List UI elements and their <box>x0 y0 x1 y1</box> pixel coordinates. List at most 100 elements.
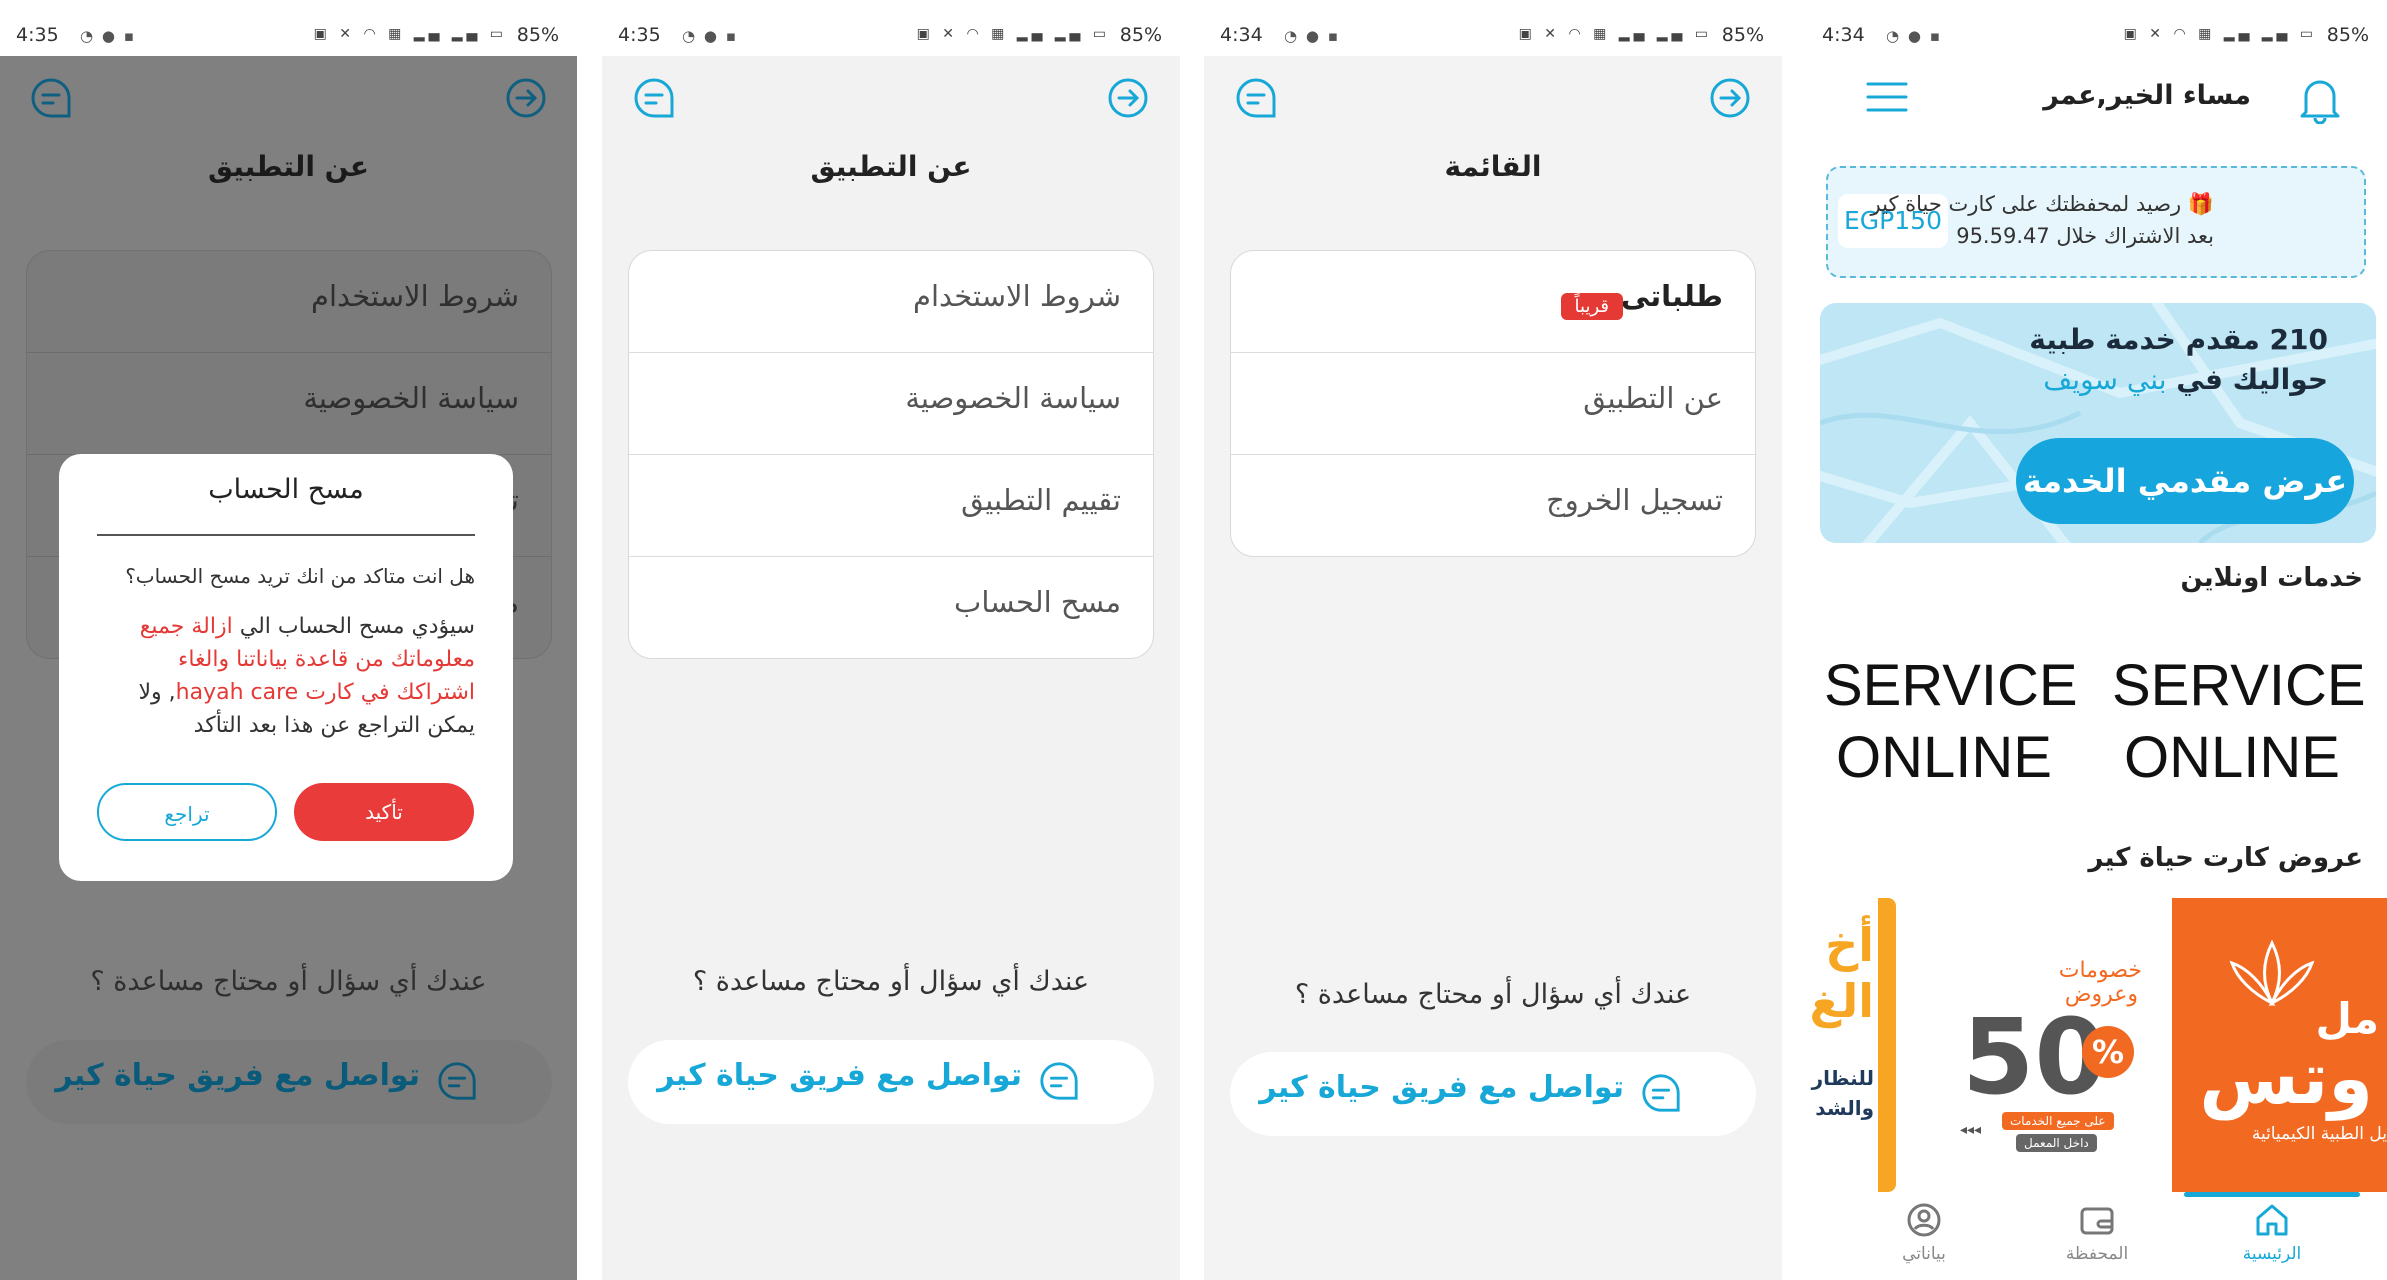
status-time: 4:34 <box>1220 24 1263 46</box>
page-title: القائمة <box>1444 150 1542 183</box>
contact-team-button[interactable]: تواصل مع فريق حياة كير <box>1230 1052 1756 1136</box>
dialog-title: مسح الحساب <box>208 474 364 505</box>
page-title: عن التطبيق <box>810 150 972 183</box>
menu-item-rate[interactable]: تقييم التطبيق <box>629 455 1153 557</box>
menu-item-privacy[interactable]: سياسة الخصوصية <box>629 353 1153 455</box>
menu-item-orders[interactable]: طلباتى قريباً <box>1231 251 1755 353</box>
tab-label: الرئيسية <box>2242 1244 2302 1264</box>
status-time: 4:34 <box>1822 24 1865 46</box>
status-bar: 4:35 ◔ ● ▪ ▣ ✕ ◠ ▦ ▂▄ ▂▄ ▭ 85% <box>0 0 577 56</box>
profile-icon <box>1907 1203 1941 1237</box>
notification-bell-icon[interactable] <box>2297 74 2343 124</box>
tab-home[interactable]: الرئيسية <box>2212 1200 2332 1264</box>
coming-soon-badge: قريباً <box>1560 293 1623 320</box>
menu-item-label: مسح الحساب <box>954 585 1121 619</box>
providers-location-prefix: حواليك في <box>2176 363 2328 396</box>
signal-icons: ▣ ✕ ◠ ▦ ▂▄ ▂▄ ▭ <box>1518 26 1712 42</box>
arrow-icon: ◂◂◂ <box>1960 1122 1982 1138</box>
hamburger-menu-icon[interactable] <box>1866 80 1908 114</box>
offer-card-edge <box>1878 898 1896 1192</box>
offer-text: للنظار <box>1811 1066 1874 1090</box>
menu-item-delete-account[interactable]: مسح الحساب <box>629 557 1153 658</box>
menu-item-label: عن التطبيق <box>1583 381 1723 415</box>
menu-item-label: تقييم التطبيق <box>961 483 1121 517</box>
lotus-logo-icon <box>2229 939 2315 1007</box>
active-tab-indicator <box>2184 1192 2360 1197</box>
chat-icon <box>1040 1062 1078 1100</box>
contact-label: تواصل مع فريق حياة كير <box>657 1058 1022 1093</box>
back-arrow-icon[interactable] <box>504 76 548 120</box>
status-bar: 4:35 ◔ ● ▪ ▣ ✕ ◠ ▦ ▂▄ ▂▄ ▭ 85% <box>602 0 1180 56</box>
chat-icon <box>438 1062 476 1100</box>
signal-icons: ▣ ✕ ◠ ▦ ▂▄ ▂▄ ▭ <box>2123 26 2317 42</box>
notification-icons: ◔ ● ▪ <box>80 27 136 45</box>
menu-item-privacy[interactable]: سياسة الخصوصية <box>27 353 551 455</box>
offer-card[interactable]: مل وتس يل الطبية الكيميائية <box>2172 898 2387 1192</box>
menu-item-about[interactable]: عن التطبيق <box>1231 353 1755 455</box>
battery-level: 85% <box>2326 24 2369 46</box>
menu-item-label: سياسة الخصوصية <box>905 381 1121 415</box>
view-providers-button[interactable]: عرض مقدمي الخدمة <box>2016 438 2354 524</box>
screen-menu: 4:34 ◔ ● ▪ ▣ ✕ ◠ ▦ ▂▄ ▂▄ ▭ 85% القائمة ط… <box>1204 0 1782 1280</box>
dialog-divider <box>97 534 475 536</box>
main-menu-card: طلباتى قريباً عن التطبيق تسجيل الخروج <box>1230 250 1756 557</box>
offer-text: أخ <box>1825 918 1874 972</box>
wallet-balance-banner[interactable]: EGP150 🎁 رصيد لمحفظتك على كارت حياة كير … <box>1826 166 2366 278</box>
offer-card[interactable]: أخ الغ للنظار والشد <box>1806 898 1896 1192</box>
contact-team-button[interactable]: تواصل مع فريق حياة كير <box>628 1040 1154 1124</box>
notification-icons: ◔ ● ▪ <box>1284 27 1340 45</box>
city-selector[interactable]: بني سويف <box>2043 363 2166 396</box>
chat-icon[interactable] <box>632 76 676 120</box>
greeting: مساء الخير,عمر <box>2043 80 2251 111</box>
offer-card[interactable]: خصومات وعروض 50 % على جميع الخدمات داخل … <box>1942 898 2164 1192</box>
signal-icons: ▣ ✕ ◠ ▦ ▂▄ ▂▄ ▭ <box>313 26 507 42</box>
chat-icon[interactable] <box>1234 76 1278 120</box>
bottom-tab-bar: الرئيسية المحفظة بياناتي <box>1806 1192 2387 1280</box>
offers-title: عروض كارت حياة كير <box>2088 843 2363 873</box>
menu-item-label: شروط الاستخدام <box>913 279 1121 313</box>
offer-text: الغ <box>1809 974 1874 1028</box>
battery-level: 85% <box>1721 24 1764 46</box>
dialog-body: سيؤدي مسح الحساب الي ازالة جميع معلوماتك… <box>97 610 475 742</box>
contact-team-button[interactable]: تواصل مع فريق حياة كير <box>26 1040 552 1124</box>
menu-item-terms[interactable]: شروط الاستخدام <box>629 251 1153 353</box>
status-time: 4:35 <box>16 24 59 46</box>
menu-item-label: شروط الاستخدام <box>311 279 519 313</box>
status-bar: 4:34 ◔ ● ▪ ▣ ✕ ◠ ▦ ▂▄ ▂▄ ▭ 85% <box>1204 0 1782 56</box>
back-arrow-icon[interactable] <box>1106 76 1150 120</box>
page-title: عن التطبيق <box>208 150 369 183</box>
chat-icon[interactable] <box>29 76 73 120</box>
wallet-icon <box>2080 1207 2114 1235</box>
providers-map-card: 210 مقدم خدمة طبية حواليك في بني سويف عر… <box>1820 303 2376 543</box>
screen-about: 4:35 ◔ ● ▪ ▣ ✕ ◠ ▦ ▂▄ ▂▄ ▭ 85% عن التطبي… <box>602 0 1180 1280</box>
balance-description: 🎁 رصيد لمحفظتك على كارت حياة كير <box>1870 192 2214 216</box>
offer-text: وتس <box>2199 1036 2373 1120</box>
balance-countdown: بعد الاشتراك خلال 95.59.47 <box>1956 224 2214 248</box>
battery-level: 85% <box>516 24 559 46</box>
menu-item-label: سياسة الخصوصية <box>303 381 519 415</box>
battery-level: 85% <box>1119 24 1162 46</box>
dialog-question: هل انت متاكد من انك تريد مسح الحساب؟ <box>125 564 475 588</box>
confirm-button[interactable]: تأكيد <box>294 783 474 841</box>
online-services-title: خدمات اونلاين <box>2180 563 2363 593</box>
cancel-button[interactable]: تراجع <box>97 783 277 841</box>
chat-icon <box>1642 1074 1680 1112</box>
online-service-card[interactable]: SERVICE ONLINE <box>2112 650 2366 794</box>
online-service-card[interactable]: SERVICE ONLINE <box>1824 650 2078 794</box>
screen-about-delete-dialog: 4:35 ◔ ● ▪ ▣ ✕ ◠ ▦ ▂▄ ▂▄ ▭ 85% عن التطبي… <box>0 0 577 1280</box>
help-question: عندك أي سؤال أو محتاج مساعدة ؟ <box>1294 979 1692 1010</box>
contact-label: تواصل مع فريق حياة كير <box>1259 1070 1624 1105</box>
offer-text: خصومات <box>2058 958 2142 983</box>
screen-home: 4:34 ◔ ● ▪ ▣ ✕ ◠ ▦ ▂▄ ▂▄ ▭ 85% مساء الخي… <box>1806 0 2387 1280</box>
menu-item-logout[interactable]: تسجيل الخروج <box>1231 455 1755 556</box>
help-question: عندك أي سؤال أو محتاج مساعدة ؟ <box>90 966 487 997</box>
delete-account-dialog: مسح الحساب هل انت متاكد من انك تريد مسح … <box>59 454 513 881</box>
menu-item-terms[interactable]: شروط الاستخدام <box>27 251 551 353</box>
tab-profile[interactable]: بياناتي <box>1864 1200 1984 1264</box>
tab-label: بياناتي <box>1902 1244 1946 1264</box>
status-bar: 4:34 ◔ ● ▪ ▣ ✕ ◠ ▦ ▂▄ ▂▄ ▭ 85% <box>1806 0 2387 56</box>
back-arrow-icon[interactable] <box>1708 76 1752 120</box>
tab-wallet[interactable]: المحفظة <box>2037 1200 2157 1264</box>
providers-location: حواليك في بني سويف <box>2043 363 2328 396</box>
tab-label: المحفظة <box>2065 1244 2129 1264</box>
